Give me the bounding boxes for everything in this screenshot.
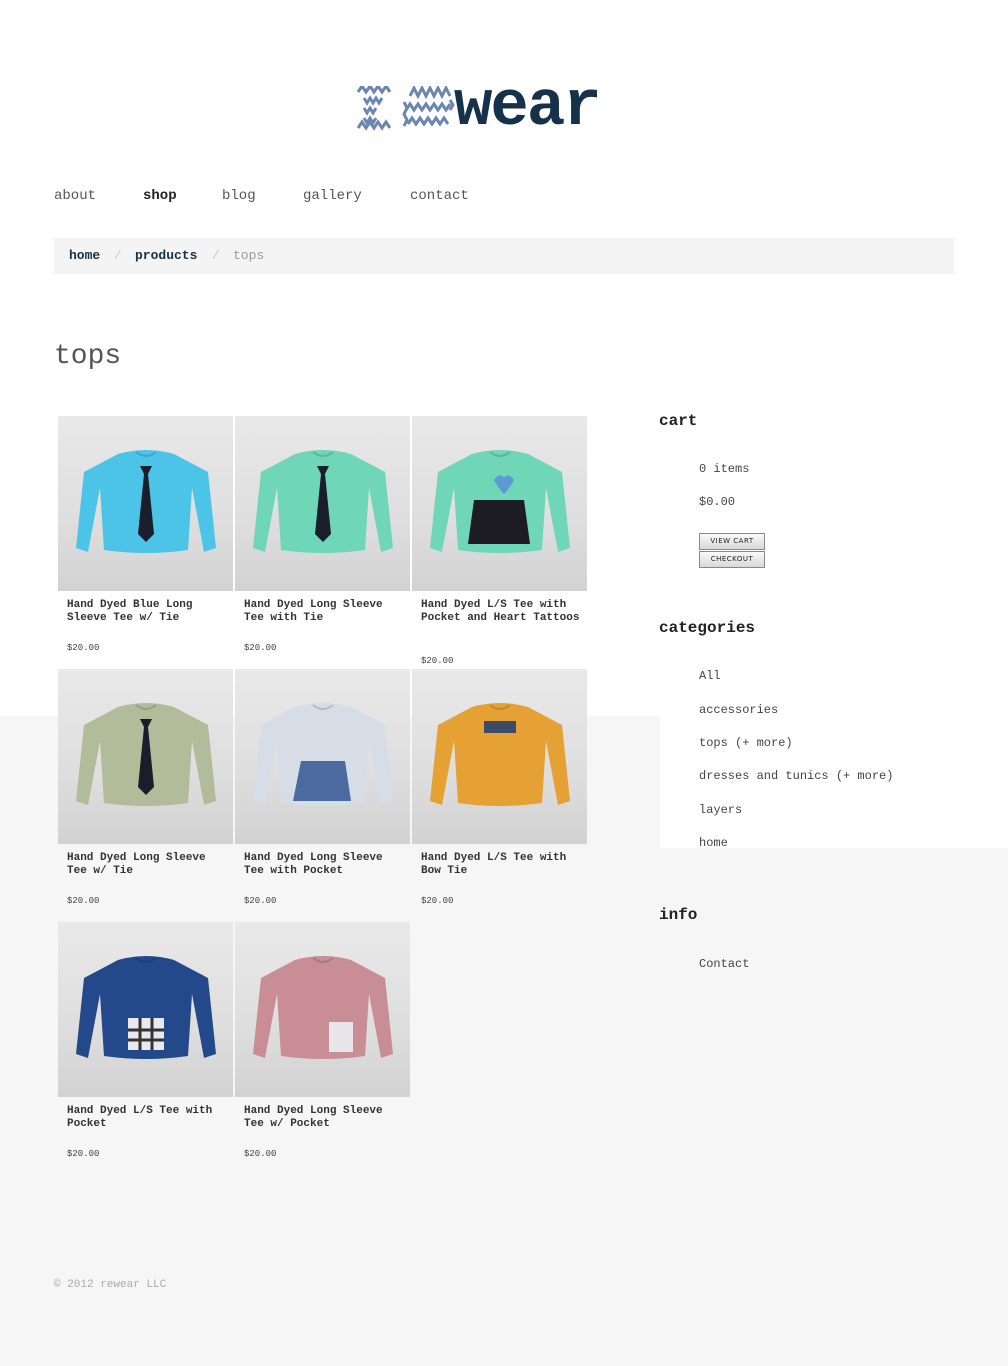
- category-dresses-and-tunics[interactable]: dresses and tunics (+ more): [699, 769, 893, 783]
- nav-item-blog[interactable]: blog: [222, 188, 256, 204]
- shirt-icon: [76, 956, 216, 1059]
- category-layers[interactable]: layers: [699, 803, 742, 817]
- shirt-icon: [430, 703, 570, 806]
- logo-text: wear: [454, 72, 602, 144]
- breadcrumb-products[interactable]: products: [135, 238, 197, 274]
- product-name[interactable]: Hand Dyed Long Sleeve Tee w/ Pocket: [244, 1105, 404, 1145]
- product-image[interactable]: [235, 922, 410, 1097]
- product-card[interactable]: Hand Dyed Long Sleeve Tee with Tie $20.00: [235, 416, 410, 653]
- product-card[interactable]: Hand Dyed Long Sleeve Tee w/ Tie $20.00: [58, 669, 233, 906]
- breadcrumb-separator: /: [212, 248, 220, 263]
- product-image[interactable]: [235, 416, 410, 591]
- nav-item-shop[interactable]: shop: [143, 188, 177, 204]
- product-image[interactable]: [58, 669, 233, 844]
- product-image[interactable]: [58, 416, 233, 591]
- product-card[interactable]: Hand Dyed L/S Tee with Pocket and Heart …: [412, 416, 587, 666]
- info-heading: info: [659, 906, 698, 924]
- category-all[interactable]: All: [699, 669, 721, 683]
- product-name[interactable]: Hand Dyed Long Sleeve Tee w/ Tie: [67, 852, 227, 892]
- breadcrumb-home[interactable]: home: [69, 238, 100, 274]
- shirt-icon: [430, 450, 570, 553]
- category-home[interactable]: home: [699, 836, 728, 850]
- product-price: $20.00: [67, 1149, 100, 1159]
- page-title: tops: [54, 340, 122, 372]
- product-card[interactable]: Hand Dyed Blue Long Sleeve Tee w/ Tie $20…: [58, 416, 233, 653]
- checkout-button[interactable]: CHECKOUT: [699, 551, 765, 568]
- nav-item-about[interactable]: about: [54, 188, 96, 204]
- product-card[interactable]: Hand Dyed Long Sleeve Tee w/ Pocket $20.0…: [235, 922, 410, 1159]
- shirt-icon: [253, 450, 393, 553]
- breadcrumb-separator: /: [114, 248, 122, 263]
- logo-re-zigzag: [356, 86, 455, 131]
- product-name[interactable]: Hand Dyed L/S Tee with Pocket: [67, 1105, 227, 1145]
- category-tops[interactable]: tops (+ more): [699, 736, 793, 750]
- cart-item-count: 0 items: [699, 462, 750, 476]
- product-price: $20.00: [67, 643, 100, 653]
- product-name[interactable]: Hand Dyed L/S Tee with Pocket and Heart …: [421, 599, 581, 639]
- product-name[interactable]: Hand Dyed Blue Long Sleeve Tee w/ Tie: [67, 599, 227, 639]
- footer-copyright: © 2012 rewear LLC: [54, 1279, 167, 1291]
- cart-total: $0.00: [699, 495, 736, 509]
- breadcrumb-current: tops: [233, 248, 265, 263]
- category-accessories[interactable]: accessories: [699, 703, 778, 717]
- product-image[interactable]: [58, 922, 233, 1097]
- product-image[interactable]: [235, 669, 410, 844]
- nav-item-gallery[interactable]: gallery: [303, 188, 362, 204]
- product-price: $20.00: [67, 896, 100, 906]
- categories-heading: categories: [659, 619, 756, 637]
- product-name[interactable]: Hand Dyed Long Sleeve Tee with Pocket: [244, 852, 404, 892]
- info-contact-link[interactable]: Contact: [699, 957, 749, 971]
- shirt-icon: [253, 703, 393, 806]
- product-image[interactable]: [412, 416, 587, 591]
- view-cart-button[interactable]: VIEW CART: [699, 533, 765, 550]
- product-card[interactable]: Hand Dyed Long Sleeve Tee with Pocket $20…: [235, 669, 410, 906]
- product-price: $20.00: [421, 896, 454, 906]
- product-name[interactable]: Hand Dyed Long Sleeve Tee with Tie: [244, 599, 404, 639]
- product-image[interactable]: [412, 669, 587, 844]
- nav-item-contact[interactable]: contact: [410, 188, 469, 204]
- cart-heading: cart: [659, 412, 698, 430]
- product-price: $20.00: [244, 896, 277, 906]
- product-price: $20.00: [244, 1149, 277, 1159]
- product-card[interactable]: Hand Dyed L/S Tee with Bow Tie $20.00: [412, 669, 587, 906]
- product-name[interactable]: Hand Dyed L/S Tee with Bow Tie: [421, 852, 581, 892]
- product-price: $20.00: [421, 656, 454, 666]
- site-logo[interactable]: wear: [356, 72, 656, 144]
- breadcrumb: home / products / tops: [54, 238, 954, 274]
- product-card[interactable]: Hand Dyed L/S Tee with Pocket $20.00: [58, 922, 233, 1159]
- shirt-icon: [76, 703, 216, 806]
- shirt-icon: [76, 450, 216, 553]
- product-price: $20.00: [244, 643, 277, 653]
- shirt-icon: [253, 956, 393, 1059]
